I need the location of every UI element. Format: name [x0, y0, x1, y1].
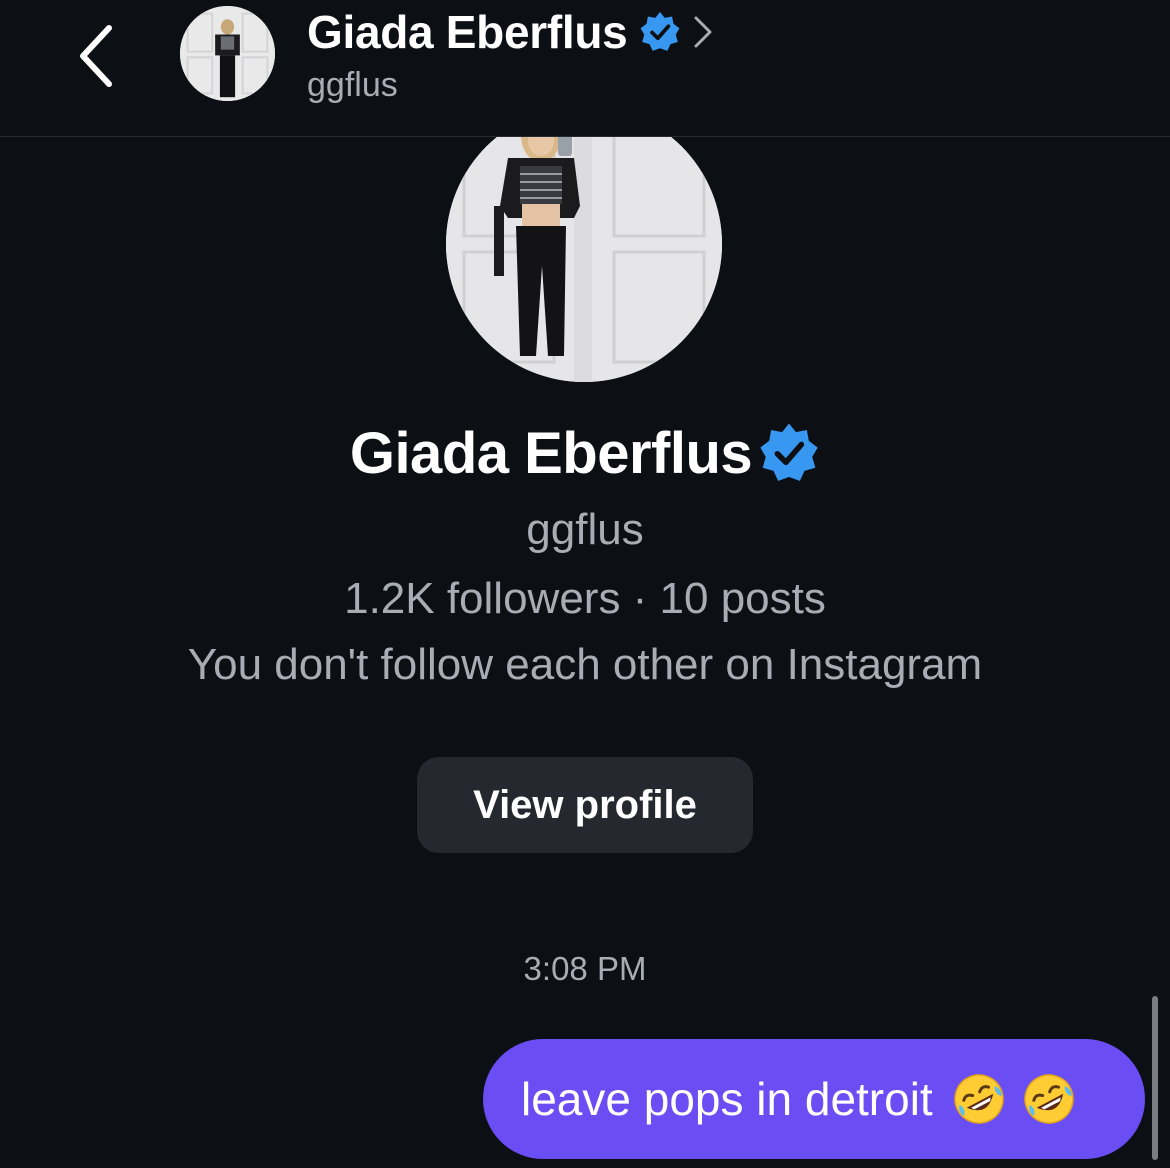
avatar-photo — [180, 6, 275, 101]
header-name: Giada Eberflus — [307, 6, 628, 58]
profile-photo — [446, 106, 722, 382]
verified-badge-icon — [760, 423, 818, 481]
profile-name: Giada Eberflus — [349, 420, 753, 486]
profile-stats: 1.2K followers · 10 posts — [344, 574, 826, 623]
profile-username: ggflus — [526, 505, 644, 554]
chevron-right-icon — [694, 16, 712, 48]
chevron-left-icon — [80, 25, 112, 87]
header-title-link[interactable]: Giada Eberflus — [307, 4, 715, 60]
verified-badge-icon — [641, 12, 680, 51]
message-text: leave pops in detroit — [521, 1073, 933, 1125]
sent-message-bubble[interactable]: leave pops in detroit — [483, 1039, 1145, 1159]
follow-status-text: You don't follow each other on Instagram — [187, 640, 983, 689]
profile-avatar[interactable] — [446, 106, 722, 382]
rofl-emoji-icon — [953, 1074, 1004, 1124]
back-button[interactable] — [66, 24, 126, 88]
message-timestamp: 3:08 PM — [523, 950, 647, 987]
header-avatar[interactable] — [180, 6, 275, 101]
profile-name-row: Giada Eberflus — [0, 418, 1170, 488]
view-profile-button[interactable]: View profile — [417, 757, 753, 853]
scrollbar[interactable] — [1152, 996, 1158, 1160]
dm-thread-screen: Giada Eberflus ggflus Giada Eberflus ggf… — [0, 0, 1170, 1168]
thread-header: Giada Eberflus ggflus — [0, 0, 1170, 137]
header-username: ggflus — [307, 66, 398, 104]
rofl-emoji-icon — [1023, 1074, 1074, 1124]
